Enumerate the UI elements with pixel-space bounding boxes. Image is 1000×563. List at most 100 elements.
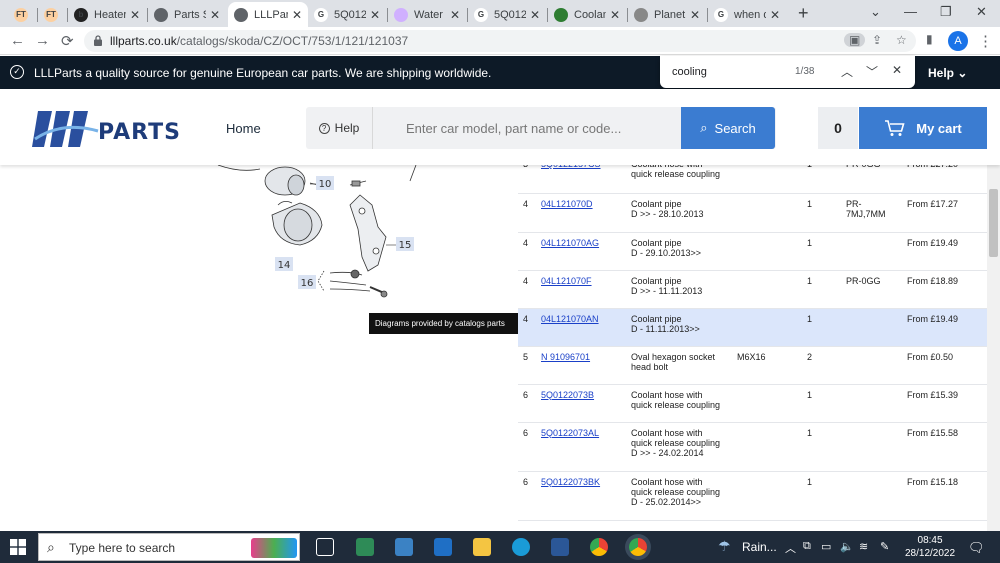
- restore-icon[interactable]: ❐: [940, 4, 952, 20]
- search-help-button[interactable]: ? Help: [306, 107, 373, 149]
- store-icon[interactable]: [395, 538, 413, 556]
- browser-tab[interactable]: FT: [38, 2, 66, 27]
- part-number-link[interactable]: 04L121070AG: [541, 238, 599, 248]
- table-row[interactable]: 6 5Q0122073BK Coolant hose with quick relea…: [518, 471, 987, 521]
- forward-arrow-icon[interactable]: →: [35, 32, 50, 49]
- tab-close-icon[interactable]: ✕: [210, 8, 220, 22]
- diagram-label[interactable]: 14: [278, 260, 291, 271]
- position-number: 4: [523, 198, 529, 209]
- close-window-icon[interactable]: ✕: [976, 4, 987, 20]
- diagram-label[interactable]: 16: [301, 278, 314, 289]
- volume-icon[interactable]: 🔈: [840, 540, 854, 553]
- tab-close-icon[interactable]: ✕: [370, 8, 380, 22]
- position-cell: 4: [518, 270, 541, 309]
- tray-chevron-icon[interactable]: ︿: [785, 540, 796, 556]
- parts-diagram[interactable]: 10 15 14 16: [200, 165, 530, 325]
- tray-app-icon[interactable]: ⧉: [803, 540, 811, 553]
- price-cell: From £19.49: [907, 308, 987, 347]
- my-cart-button[interactable]: My cart: [859, 107, 987, 149]
- profile-avatar[interactable]: A: [948, 31, 968, 51]
- tab-close-icon[interactable]: ✕: [690, 8, 700, 22]
- windows-start-icon[interactable]: [10, 539, 26, 555]
- part-number-link[interactable]: 04L121070D: [541, 199, 593, 209]
- excel-icon[interactable]: [356, 538, 374, 556]
- browser-tab[interactable]: FT: [8, 2, 36, 27]
- quantity-value: 1: [807, 313, 813, 324]
- tab-close-icon[interactable]: ✕: [530, 8, 540, 22]
- nav-home-link[interactable]: Home: [226, 121, 261, 136]
- table-row[interactable]: 4 04L121070D Coolant pipe D >> - 28.10.2013…: [518, 193, 987, 233]
- browser-menu-icon[interactable]: ⋮: [978, 32, 993, 50]
- chrome-active-icon[interactable]: [629, 538, 647, 556]
- tab-close-icon[interactable]: ✕: [610, 8, 620, 22]
- table-row[interactable]: 4 04L121070F Coolant pipe D >> - 11.11.2013…: [518, 270, 987, 309]
- diagram-label[interactable]: 10: [319, 179, 332, 190]
- task-view-icon[interactable]: [316, 538, 334, 556]
- find-previous-icon[interactable]: ︿: [841, 63, 853, 80]
- notifications-icon[interactable]: 🗨: [968, 540, 985, 556]
- page-scrollbar[interactable]: [987, 165, 1000, 531]
- browser-tab[interactable]: Coolan ✕: [548, 2, 626, 27]
- chrome-icon[interactable]: [590, 538, 608, 556]
- lllparts-logo[interactable]: PARTS: [32, 109, 194, 149]
- part-number-link[interactable]: 5Q0122157CS: [541, 165, 601, 169]
- tab-title: Heater: [94, 8, 126, 21]
- weather-widget[interactable]: Rain...: [742, 540, 777, 554]
- part-number-link[interactable]: 04L121070AN: [541, 314, 599, 324]
- back-arrow-icon[interactable]: ←: [10, 32, 25, 49]
- part-number-link[interactable]: N 91096701: [541, 352, 590, 362]
- tab-close-icon[interactable]: ✕: [450, 8, 460, 22]
- mail-icon[interactable]: [434, 538, 452, 556]
- price-cell: From £27.20: [907, 165, 987, 194]
- minimize-icon[interactable]: —: [904, 4, 917, 19]
- banner-help-menu[interactable]: Help ⌄: [928, 66, 967, 80]
- part-number-link[interactable]: 5Q0122073BK: [541, 477, 600, 487]
- diagram-credit-tooltip: Diagrams provided by catalogs parts: [369, 313, 518, 334]
- browser-tab[interactable]: G 5Q012 ✕: [468, 2, 546, 27]
- browser-tab[interactable]: LLLParts ✕: [228, 2, 308, 27]
- tab-close-icon[interactable]: ✕: [292, 8, 302, 22]
- part-search-input[interactable]: [406, 107, 676, 149]
- browser-tab[interactable]: b Heater ✕: [68, 2, 146, 27]
- find-next-icon[interactable]: ﹀: [866, 63, 878, 80]
- table-row[interactable]: 4 04L121070AG Coolant pipe D - 29.10.2013>>…: [518, 232, 987, 271]
- part-number-link[interactable]: 5Q0122073AL: [541, 428, 599, 438]
- page-scrollbar-thumb[interactable]: [989, 189, 998, 257]
- tab-close-icon[interactable]: ✕: [130, 8, 140, 22]
- browser-tab[interactable]: Parts Si ✕: [148, 2, 226, 27]
- browser-tab[interactable]: Water ✕: [388, 2, 466, 27]
- taskbar-clock[interactable]: 08:45 28/12/2022: [905, 534, 955, 560]
- table-row[interactable]: 6 5Q0122073B Coolant hose with quick releas…: [518, 384, 987, 423]
- part-number-link[interactable]: 04L121070F: [541, 276, 592, 286]
- diagram-label[interactable]: 15: [399, 240, 412, 251]
- part-number-link[interactable]: 5Q0122073B: [541, 390, 594, 400]
- word-icon[interactable]: [551, 538, 569, 556]
- address-bar[interactable]: lllparts.co.uk/catalogs/skoda/CZ/OCT/753…: [84, 30, 916, 52]
- search-button[interactable]: ⌕ Search: [681, 107, 775, 149]
- table-row[interactable]: 5N 91096701 Oval hexagon socket head bolt M…: [518, 346, 987, 385]
- share-icon[interactable]: ⇪: [872, 33, 882, 47]
- file-explorer-icon[interactable]: [473, 538, 491, 556]
- table-row[interactable]: 3 5Q0122157CS Coolant hose withquick relea…: [518, 165, 987, 194]
- tab-search-chevron-icon[interactable]: ⌄: [870, 4, 881, 20]
- table-row[interactable]: 6 5Q0122073AL Coolant hose with quick relea…: [518, 422, 987, 472]
- url-host: lllparts.co.uk: [110, 34, 177, 48]
- new-tab-plus-icon[interactable]: +: [798, 3, 809, 24]
- wifi-icon[interactable]: ≋: [859, 540, 868, 553]
- page-icon[interactable]: ▣: [844, 33, 866, 47]
- bookmark-star-icon[interactable]: ☆: [896, 33, 907, 47]
- find-input[interactable]: cooling: [672, 66, 707, 78]
- edge-icon[interactable]: [512, 538, 530, 556]
- side-panel-icon[interactable]: ▮: [926, 32, 933, 46]
- pen-icon[interactable]: ✎: [880, 540, 889, 553]
- find-close-icon[interactable]: ✕: [892, 63, 902, 77]
- reload-icon[interactable]: ⟳: [61, 32, 74, 50]
- tab-close-icon[interactable]: ✕: [770, 8, 780, 22]
- browser-tab[interactable]: G 5Q012 ✕: [308, 2, 386, 27]
- browser-tab[interactable]: Gwhen d ✕: [708, 2, 786, 27]
- taskbar-search-box[interactable]: ⌕ Type here to search: [38, 533, 300, 561]
- price-cell: From £15.39: [907, 384, 987, 423]
- table-row[interactable]: 4 04L121070AN Coolant pipe D - 11.11.2013>>…: [518, 308, 987, 347]
- battery-icon[interactable]: ▭: [821, 540, 831, 553]
- browser-tab[interactable]: Planet ✕: [628, 2, 706, 27]
